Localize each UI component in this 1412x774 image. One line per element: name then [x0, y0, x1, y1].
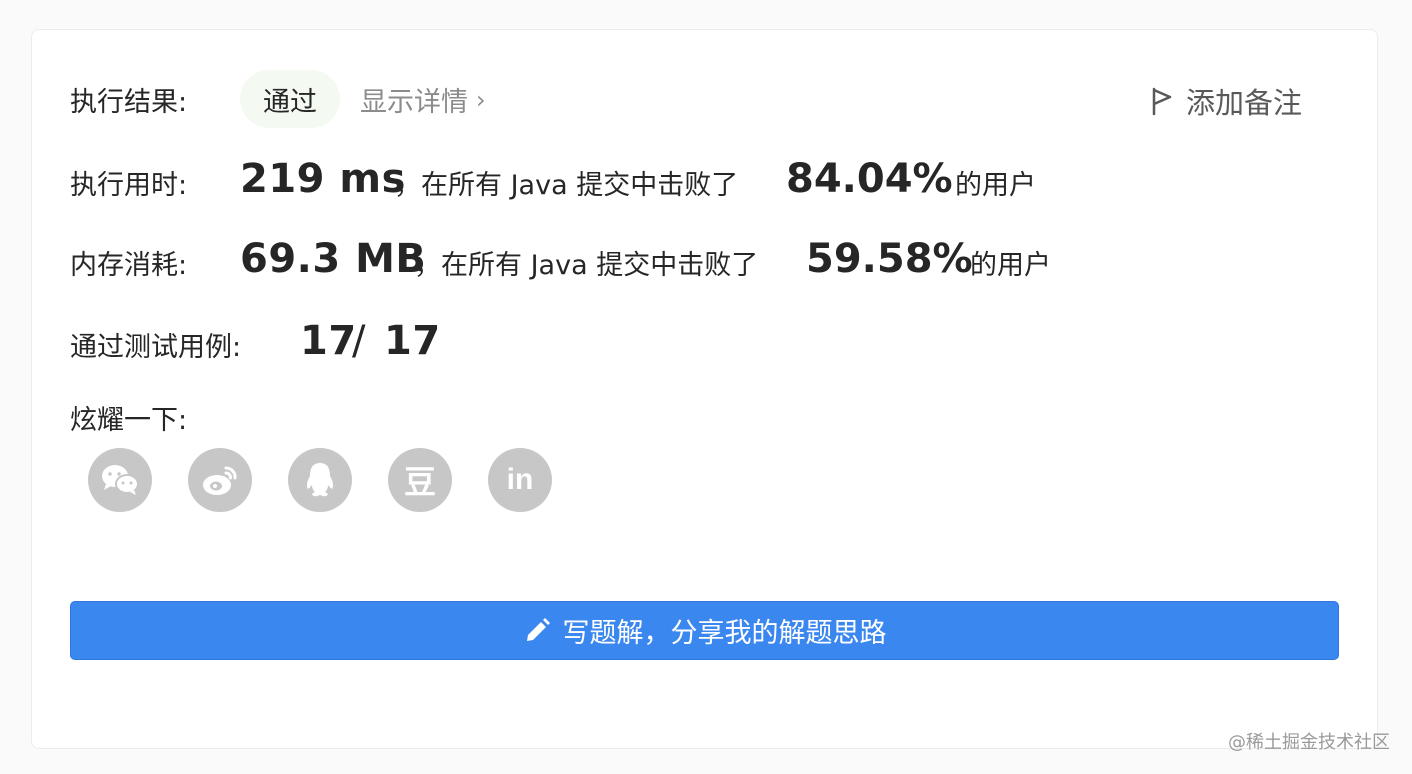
runtime-beat-text: ，在所有 Java 提交中击败了: [394, 170, 739, 201]
memory-percent: 59.58%: [806, 236, 973, 282]
runtime-percent: 84.04%: [786, 156, 953, 202]
write-solution-label: 写题解，分享我的解题思路: [562, 618, 887, 649]
douban-icon: 豆: [403, 463, 436, 501]
memory-label: 内存消耗:: [70, 250, 188, 281]
result-label: 执行结果:: [70, 87, 188, 118]
status-badge: 通过: [240, 70, 340, 128]
wechat-icon: [102, 465, 139, 495]
chevron-right-icon: ›: [476, 85, 486, 114]
show-details-link[interactable]: 显示详情 ›: [360, 80, 486, 119]
add-note-label: 添加备注: [1186, 86, 1303, 120]
pencil-icon: [526, 617, 550, 641]
watermark: @稀土掘金技术社区: [1228, 732, 1390, 753]
show-details-label: 显示详情: [360, 87, 468, 118]
runtime-label: 执行用时:: [70, 170, 188, 201]
add-note-button[interactable]: 添加备注: [1150, 80, 1302, 122]
share-label: 炫耀一下:: [70, 405, 188, 436]
status-text: 通过: [263, 86, 317, 118]
share-qq-button[interactable]: [288, 448, 352, 512]
memory-value: 69.3 MB: [240, 236, 427, 282]
write-solution-button[interactable]: 写题解，分享我的解题思路: [70, 601, 1339, 660]
weibo-icon: [203, 466, 237, 495]
test-cases-passed: 17: [300, 318, 357, 364]
runtime-value: 219 ms: [240, 156, 406, 202]
flag-icon: [1152, 87, 1172, 116]
share-weibo-button[interactable]: [188, 448, 252, 512]
memory-users-text: 的用户: [970, 250, 1051, 281]
memory-beat-text: ，在所有 Java 提交中击败了: [414, 250, 759, 281]
test-cases-label: 通过测试用例:: [70, 332, 242, 363]
test-cases-separator: /: [352, 318, 366, 364]
linkedin-icon: in: [506, 463, 534, 496]
runtime-users-text: 的用户: [955, 170, 1036, 201]
share-wechat-button[interactable]: [88, 448, 152, 512]
share-linkedin-button[interactable]: in: [488, 448, 552, 512]
share-douban-button[interactable]: 豆: [388, 448, 452, 512]
qq-icon: [306, 463, 334, 497]
test-cases-total: 17: [384, 318, 441, 364]
